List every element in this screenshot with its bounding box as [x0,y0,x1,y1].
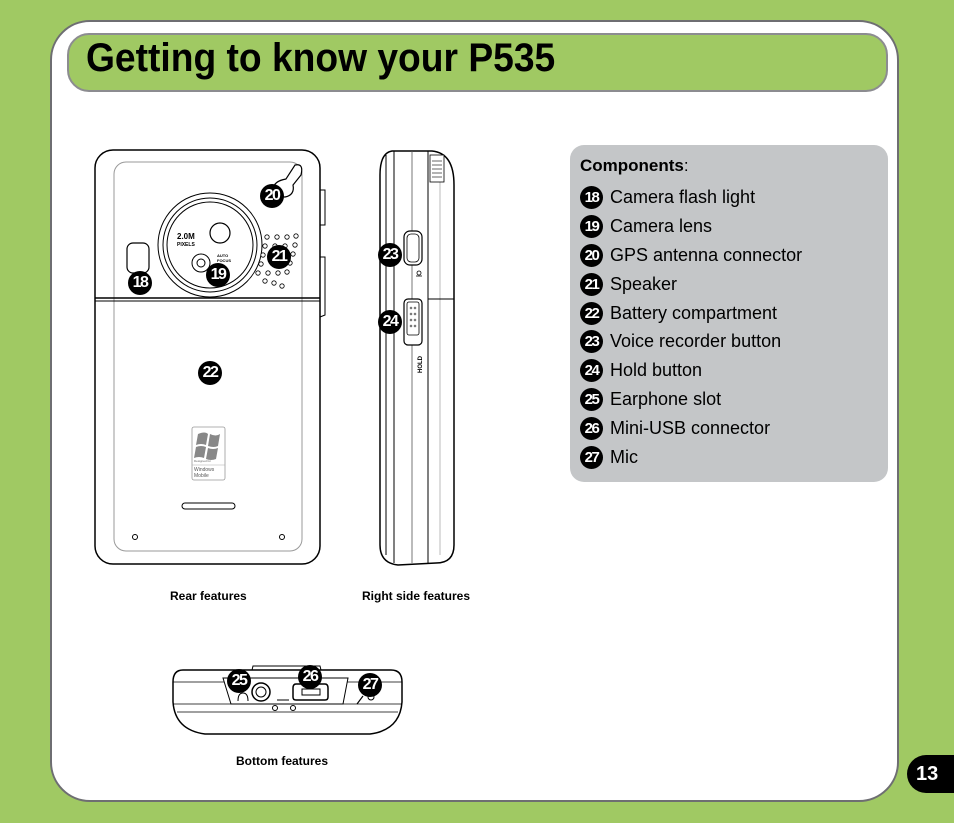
callout-26: 26 [298,665,322,689]
components-list: 18 Camera flash light 19 Camera lens 20 GPS… [580,183,802,472]
list-item: 23 Voice recorder button [580,327,802,356]
component-label: Earphone slot [610,389,722,410]
components-panel: Components: 18 Camera flash light 19 Camer… [570,145,888,482]
page-title: Getting to know your P535 [86,36,556,80]
callout-22: 22 [198,361,222,385]
side-view-illustration: HOLD [379,150,455,566]
component-label: Hold button [610,360,703,381]
component-label: Camera flash light [610,186,756,207]
list-item: 21 Speaker [580,270,802,299]
number-badge: 18 [580,185,603,209]
list-item: 22 Battery compartment [580,299,802,328]
rear-features-caption: Rear features [170,589,247,603]
number-badge: 21 [580,272,603,296]
component-label: Battery compartment [610,302,778,323]
component-label: GPS antenna connector [610,244,803,265]
list-item: 27 Mic [580,443,802,472]
callout-23: 23 [378,243,402,267]
component-label: Voice recorder button [610,331,782,352]
logo-designed-for: Designed for [194,459,211,463]
number-badge: 27 [580,445,603,469]
camera-megapixel-label: 2.0M [177,232,195,241]
list-item: 25 Earphone slot [580,385,802,414]
bottom-view-illustration [172,665,403,735]
page-number-tab: 13 [907,755,954,793]
component-label: Mini-USB connector [610,418,771,439]
list-item: 19 Camera lens [580,212,802,241]
callout-18: 18 [128,271,152,295]
list-item: 20 GPS antenna connector [580,241,802,270]
camera-pixels-label: PIXELS [177,242,195,248]
number-badge: 19 [580,214,603,238]
callout-19: 19 [206,263,230,287]
list-item: 24 Hold button [580,356,802,385]
component-label: Mic [610,446,638,467]
list-item: 26 Mini-USB connector [580,414,802,443]
number-badge: 20 [580,243,603,267]
list-item: 18 Camera flash light [580,183,802,212]
logo-mobile: Mobile [194,473,209,479]
bottom-features-caption: Bottom features [236,754,329,768]
right-side-features-caption: Right side features [362,589,471,603]
component-label: Camera lens [610,215,713,236]
callout-20: 20 [260,184,284,208]
rear-view-illustration: 2.0M PIXELS AUTO FOCUS Designed for Wind… [94,149,326,565]
number-badge: 23 [580,330,603,354]
callout-25: 25 [227,669,251,693]
number-badge: 22 [580,301,603,325]
components-heading: Components: [580,156,689,175]
callout-21: 21 [267,245,291,269]
number-badge: 24 [580,359,603,383]
callout-27: 27 [358,673,382,697]
component-label: Speaker [610,273,678,294]
callout-24: 24 [378,310,402,334]
number-badge: 26 [580,417,603,441]
hold-label: HOLD [418,355,424,373]
number-badge: 25 [580,388,603,412]
